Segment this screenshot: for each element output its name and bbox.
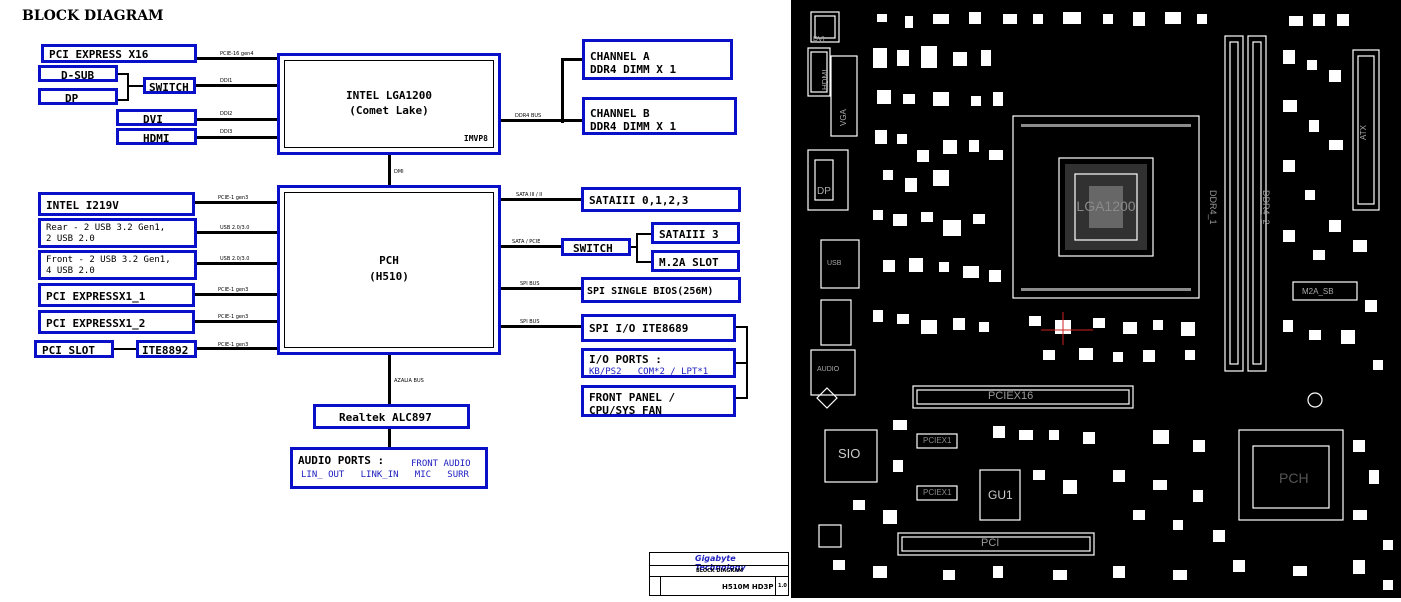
hdmi-block: HDMI (116, 128, 197, 145)
board-cpu-socket-label: LGA1200 (1076, 198, 1136, 214)
dvi-block: DVI (116, 109, 197, 126)
sata-pcie-switch-block: SWITCH (561, 238, 631, 256)
board-pcie-x1b-label: PCIEX1 (923, 488, 952, 497)
title-block-name: BLOCK DIAGRAM (696, 568, 744, 574)
bus-label-azalia: AZALIA BUS (394, 378, 424, 384)
board-pcie-x16-label: PCIEX16 (988, 390, 1034, 402)
bus-label-pcie16: PCIE-16 gen4 (220, 51, 254, 57)
pcie-x1-2-block: PCI EXPRESSX1_2 (38, 310, 195, 334)
ite8892-block: ITE8892 (136, 340, 197, 358)
bus-label-lan: PCIE-1 gen3 (218, 195, 249, 201)
board-dp-label: DP (817, 186, 831, 197)
bus-label-dmi: DMI (394, 169, 404, 175)
board-dvi-label: DVI (813, 36, 825, 43)
bus-label-pcie1-1: PCIE-1 gen3 (218, 287, 249, 293)
board-pcie-x1a-label: PCIEX1 (923, 436, 952, 445)
ddr-channel-b-block: CHANNEL B DDR4 DIMM X 1 (582, 97, 737, 135)
bus-label-sata: SATA III / II (516, 192, 543, 198)
board-vga-label: VGA (839, 109, 848, 126)
board-pci-label: PCI (981, 537, 1000, 549)
title-block-rev: 1.0 (778, 583, 787, 589)
pcie-x1-1-block: PCI EXPRESSX1_1 (38, 283, 195, 307)
bus-label-ddi3: DDI3 (220, 129, 233, 135)
bus-label-spi1: SPI BUS (520, 281, 540, 287)
pch-name: PCH (379, 254, 399, 267)
board-layout-drawing (807, 11, 1393, 590)
diagram-title: BLOCK DIAGRAM (22, 8, 164, 24)
block-diagram-schematic: BLOCK DIAGRAM PCIE-16 gen4 DDI1 DDI2 DDI… (0, 0, 793, 598)
ddr-channel-a-dimm: DDR4 DIMM X 1 (590, 63, 677, 76)
bus-label-ddi2: DDI2 (220, 111, 233, 117)
pch-block: PCH (H510) (277, 185, 501, 355)
board-hdmi-label: HDMI (821, 69, 830, 90)
bus-label-spi2: SPI BUS (520, 319, 540, 325)
sata-block: SATAIII 0,1,2,3 (581, 187, 741, 212)
bus-label-pcie1-ite: PCIE-1 gen3 (218, 342, 249, 348)
bus-label-ddi1: DDI1 (220, 78, 233, 84)
fan-label: CPU/SYS FAN (589, 404, 662, 417)
audio-ports-label: AUDIO PORTS : (298, 454, 385, 467)
bus-label-usb-rear: USB 2.0/3.0 (220, 225, 250, 231)
title-block: Gigabyte Technology BLOCK DIAGRAM H510M … (649, 552, 789, 596)
bus-label-sata-pcie: SATA / PCIE (512, 239, 541, 245)
rear-usb-block: Rear - 2 USB 3.2 Gen1, 2 USB 2.0 (38, 218, 197, 248)
dsub-block: D-SUB (38, 65, 118, 82)
board-dimm2-label: DDR4_2 (1261, 190, 1271, 225)
ddr-channel-b-label: CHANNEL B (590, 107, 650, 120)
front-panel-block: FRONT PANEL / CPU/SYS FAN (581, 385, 736, 417)
title-block-model: H510M HD3P (722, 583, 774, 591)
ddr-channel-b-dimm: DDR4 DIMM X 1 (590, 120, 677, 133)
audio-jacks-label: LIN_ OUT LINK_IN MIC SURR (301, 470, 469, 480)
ddr-channel-a-label: CHANNEL A (590, 50, 650, 63)
front-usb-block: Front - 2 USB 3.2 Gen1, 4 USB 2.0 (38, 250, 197, 280)
pch-model: (H510) (369, 270, 409, 283)
dp-block: DP (38, 88, 118, 105)
board-usb-label: USB (827, 260, 842, 267)
pci-slot-block: PCI SLOT (34, 340, 114, 358)
sata3-block: SATAIII 3 (651, 222, 740, 244)
cpu-name: INTEL LGA1200 (345, 89, 433, 102)
front-panel-label: FRONT PANEL / (589, 391, 676, 404)
lan-block: INTEL I219V (38, 192, 195, 216)
spi-bios-block: SPI SINGLE BIOS(256M) (581, 277, 741, 303)
board-m2-label: M2A_SB (1302, 287, 1334, 296)
board-audio-label: AUDIO (817, 366, 840, 373)
audio-codec-block: Realtek ALC897 (313, 404, 470, 429)
pcie-x16-block: PCI EXPRESS X16 (41, 44, 197, 63)
io-ports-detail: KB/PS2 COM*2 / LPT*1 (589, 367, 709, 377)
board-gu1-label: GU1 (988, 488, 1013, 502)
bus-label-ddr4: DDR4 BUS (515, 113, 542, 119)
cpu-codename: (Comet Lake) (349, 104, 429, 117)
board-layout: LGA1200 DDR4_1 DDR4_2 PCIEX16 PCI M2A_SB… (793, 0, 1401, 598)
board-dimm1-label: DDR4_1 (1208, 190, 1218, 225)
board-sio-label: SIO (838, 446, 861, 461)
cpu-vr: IMVP8 (463, 134, 488, 143)
ddr-channel-a-block: CHANNEL A DDR4 DIMM X 1 (582, 39, 733, 80)
bus-label-pcie1-2: PCIE-1 gen3 (218, 314, 249, 320)
m2a-slot-block: M.2A SLOT (651, 250, 740, 272)
spi-io-block: SPI I/O ITE8689 (581, 314, 736, 342)
io-ports-label: I/O PORTS : (589, 353, 662, 366)
bus-label-usb-front: USB 2.0/3.0 (220, 256, 250, 262)
video-switch-block: SWITCH (143, 77, 196, 94)
audio-ports-block: AUDIO PORTS : FRONT AUDIO LIN_ OUT LINK_… (290, 447, 488, 489)
board-pch-label: PCH (1279, 470, 1309, 486)
board-atx-label: ATX (1359, 125, 1368, 140)
cpu-block: INTEL LGA1200 (Comet Lake) IMVP8 (277, 53, 501, 155)
io-ports-block: I/O PORTS : KB/PS2 COM*2 / LPT*1 (581, 348, 736, 378)
